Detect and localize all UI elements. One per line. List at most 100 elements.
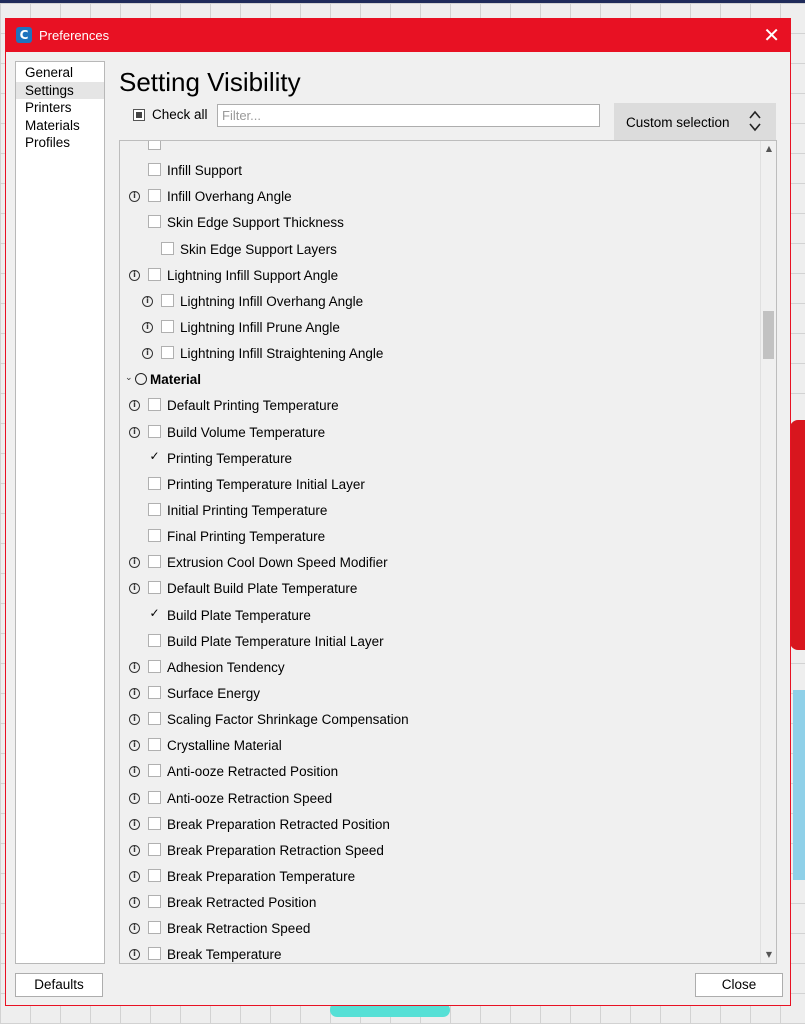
setting-row[interactable]: i Lightning Infill Overhang Angle bbox=[120, 290, 760, 316]
info-icon[interactable]: i bbox=[129, 844, 140, 856]
setting-checkbox[interactable] bbox=[148, 581, 161, 595]
setting-checkbox[interactable] bbox=[161, 346, 174, 360]
info-icon[interactable]: i bbox=[129, 923, 140, 935]
setting-row[interactable]: i Anti-ooze Retracted Position bbox=[120, 760, 760, 786]
setting-checkbox[interactable] bbox=[148, 189, 161, 203]
info-icon[interactable]: i bbox=[129, 818, 140, 830]
setting-checkbox[interactable] bbox=[148, 816, 161, 830]
nav-item-materials[interactable]: Materials bbox=[16, 117, 104, 135]
visibility-preset-dropdown[interactable]: Custom selection bbox=[614, 103, 776, 141]
setting-row[interactable]: ✓ Printing Temperature bbox=[120, 447, 760, 473]
nav-item-settings[interactable]: Settings bbox=[16, 81, 104, 99]
setting-row[interactable]: i Build Volume Temperature bbox=[120, 421, 760, 447]
scroll-down-icon[interactable]: ▼ bbox=[761, 947, 776, 963]
setting-checkbox[interactable] bbox=[161, 293, 174, 307]
setting-row[interactable]: i Break Retraction Speed bbox=[120, 917, 760, 943]
setting-checkbox[interactable] bbox=[148, 476, 161, 490]
info-icon[interactable]: i bbox=[129, 766, 140, 778]
setting-checkbox[interactable]: ✓ bbox=[148, 607, 161, 621]
nav-item-printers[interactable]: Printers bbox=[16, 99, 104, 117]
info-icon[interactable]: i bbox=[142, 321, 153, 333]
setting-checkbox[interactable] bbox=[161, 319, 174, 333]
info-icon[interactable]: i bbox=[129, 400, 140, 412]
setting-checkbox[interactable] bbox=[148, 398, 161, 412]
defaults-button[interactable]: Defaults bbox=[15, 973, 103, 997]
scroll-up-icon[interactable]: ▲ bbox=[761, 141, 776, 157]
category-row[interactable]: ⌄ Material bbox=[120, 368, 760, 394]
setting-checkbox[interactable] bbox=[148, 502, 161, 516]
setting-checkbox[interactable] bbox=[148, 633, 161, 647]
info-icon[interactable]: i bbox=[129, 740, 140, 752]
setting-checkbox[interactable] bbox=[148, 141, 161, 150]
setting-checkbox[interactable] bbox=[148, 868, 161, 882]
setting-row[interactable]: i Crystalline Material bbox=[120, 734, 760, 760]
setting-checkbox[interactable] bbox=[148, 659, 161, 673]
info-icon[interactable]: i bbox=[129, 191, 140, 203]
setting-checkbox[interactable] bbox=[148, 790, 161, 804]
info-icon[interactable]: i bbox=[129, 949, 140, 961]
setting-row[interactable]: i Extrusion Cool Down Speed Modifier bbox=[120, 551, 760, 577]
info-icon[interactable]: i bbox=[129, 557, 140, 569]
close-icon[interactable]: ✕ bbox=[763, 23, 780, 47]
settings-list[interactable]: Minimum Infill Area Infill Support i Infill… bbox=[119, 140, 777, 964]
setting-row[interactable]: Minimum Infill Area bbox=[120, 141, 760, 159]
info-icon[interactable]: i bbox=[142, 348, 153, 360]
setting-row[interactable]: i Surface Energy bbox=[120, 682, 760, 708]
setting-row[interactable]: Printing Temperature Initial Layer bbox=[120, 473, 760, 499]
setting-checkbox[interactable] bbox=[148, 215, 161, 229]
setting-checkbox[interactable] bbox=[148, 842, 161, 856]
info-icon[interactable]: i bbox=[129, 714, 140, 726]
setting-row[interactable]: i Lightning Infill Prune Angle bbox=[120, 316, 760, 342]
setting-row[interactable]: i Lightning Infill Support Angle bbox=[120, 264, 760, 290]
setting-checkbox[interactable] bbox=[148, 555, 161, 569]
setting-row[interactable]: Initial Printing Temperature bbox=[120, 499, 760, 525]
setting-row[interactable]: i Anti-ooze Retraction Speed bbox=[120, 787, 760, 813]
setting-checkbox[interactable] bbox=[148, 738, 161, 752]
filter-input[interactable] bbox=[217, 104, 600, 127]
setting-row[interactable]: Skin Edge Support Layers bbox=[120, 238, 760, 264]
setting-row[interactable]: i Scaling Factor Shrinkage Compensation bbox=[120, 708, 760, 734]
info-icon[interactable]: i bbox=[129, 870, 140, 882]
setting-row[interactable]: Final Printing Temperature bbox=[120, 525, 760, 551]
setting-checkbox[interactable] bbox=[148, 712, 161, 726]
check-all-box[interactable] bbox=[133, 108, 145, 121]
setting-row[interactable]: i Default Build Plate Temperature bbox=[120, 577, 760, 603]
setting-row[interactable]: i Break Retracted Position bbox=[120, 891, 760, 917]
setting-row[interactable]: i Adhesion Tendency bbox=[120, 656, 760, 682]
setting-row[interactable]: i Break Preparation Retraction Speed bbox=[120, 839, 760, 865]
info-icon[interactable]: i bbox=[129, 687, 140, 699]
nav-item-profiles[interactable]: Profiles bbox=[16, 134, 104, 152]
setting-checkbox[interactable] bbox=[148, 895, 161, 909]
setting-checkbox[interactable] bbox=[148, 764, 161, 778]
setting-checkbox[interactable] bbox=[148, 947, 161, 961]
chevron-down-icon[interactable]: ⌄ bbox=[125, 373, 133, 383]
setting-row[interactable]: i Break Temperature bbox=[120, 943, 760, 963]
nav-item-general[interactable]: General bbox=[16, 64, 104, 82]
setting-row[interactable]: i Break Preparation Temperature bbox=[120, 865, 760, 891]
info-icon[interactable]: i bbox=[129, 792, 140, 804]
setting-row[interactable]: Build Plate Temperature Initial Layer bbox=[120, 630, 760, 656]
setting-row[interactable]: Infill Support bbox=[120, 159, 760, 185]
check-all-checkbox[interactable]: Check all bbox=[133, 107, 208, 122]
info-icon[interactable]: i bbox=[129, 426, 140, 438]
setting-checkbox[interactable] bbox=[161, 241, 174, 255]
setting-checkbox[interactable]: ✓ bbox=[148, 450, 161, 464]
setting-checkbox[interactable] bbox=[148, 529, 161, 543]
setting-row[interactable]: i Lightning Infill Straightening Angle bbox=[120, 342, 760, 368]
scrollbar-thumb[interactable] bbox=[763, 311, 774, 359]
setting-checkbox[interactable] bbox=[148, 921, 161, 935]
setting-row[interactable]: Skin Edge Support Thickness bbox=[120, 211, 760, 237]
setting-row[interactable]: i Default Printing Temperature bbox=[120, 394, 760, 420]
setting-row[interactable]: ✓ Build Plate Temperature bbox=[120, 604, 760, 630]
info-icon[interactable]: i bbox=[129, 661, 140, 673]
info-icon[interactable]: i bbox=[129, 583, 140, 595]
setting-checkbox[interactable] bbox=[148, 424, 161, 438]
info-icon[interactable]: i bbox=[142, 295, 153, 307]
setting-checkbox[interactable] bbox=[148, 163, 161, 177]
close-button[interactable]: Close bbox=[695, 973, 783, 997]
setting-row[interactable]: i Break Preparation Retracted Position bbox=[120, 813, 760, 839]
info-icon[interactable]: i bbox=[129, 269, 140, 281]
setting-checkbox[interactable] bbox=[148, 267, 161, 281]
info-icon[interactable]: i bbox=[129, 897, 140, 909]
list-scrollbar[interactable]: ▲ ▼ bbox=[760, 141, 776, 963]
